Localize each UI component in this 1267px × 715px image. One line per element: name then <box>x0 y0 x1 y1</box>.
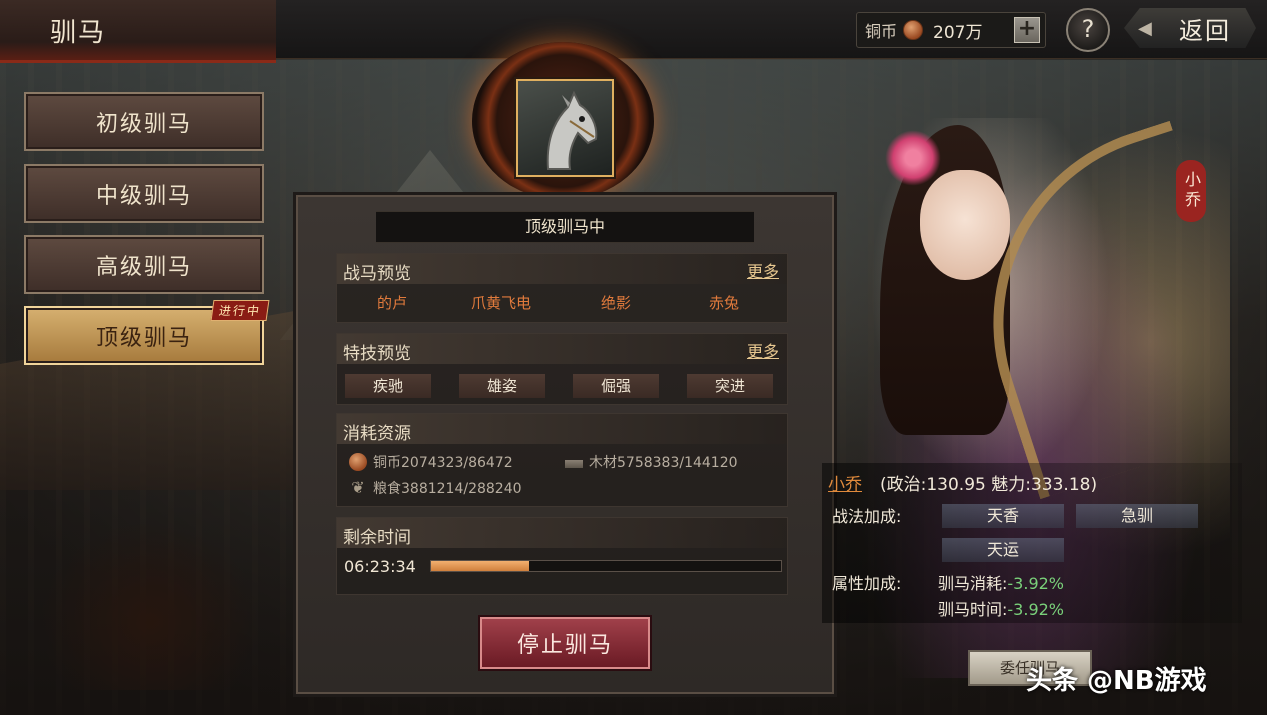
tab-beginner-training[interactable]: 初级驯马 <box>24 92 264 151</box>
character-name-link[interactable]: 小乔 <box>828 470 862 495</box>
section-title: 战马预览 <box>343 264 411 284</box>
currency-display: 铜币 207万 + <box>856 12 1046 48</box>
attribute-name: 驯马消耗: <box>938 574 1008 593</box>
wood-cost-text: 木材5758383/144120 <box>589 455 738 471</box>
grain-cost: ❦ 粮食3881214/288240 <box>349 478 522 498</box>
back-label: 返回 <box>1179 16 1231 45</box>
help-button[interactable]: ? <box>1066 8 1110 52</box>
attribute-value: -3.92% <box>1007 574 1065 593</box>
character-stats: (政治:130.95 魅力:333.18) <box>880 475 1098 495</box>
copper-coin-icon <box>903 20 924 40</box>
currency-amount: 207万 <box>933 22 983 43</box>
character-name-tag: 小乔 <box>1176 160 1206 222</box>
copper-cost: 铜币2074323/86472 <box>349 452 513 472</box>
horse-head-icon <box>546 90 598 170</box>
training-progress-fill <box>431 561 529 571</box>
horse-name[interactable]: 赤兔 <box>709 292 739 313</box>
attribute-bonus-row: 驯马消耗:-3.92% <box>938 570 1064 594</box>
watermark: 头条 @NB游戏 <box>1026 666 1207 696</box>
time-section: 剩余时间 <box>336 517 788 595</box>
page-title: 驯马 <box>50 18 107 48</box>
section-title: 特技预览 <box>343 344 411 364</box>
tab-label: 初级驯马 <box>95 111 192 137</box>
back-arrow-icon: ◀ <box>1138 18 1154 39</box>
skill-preview-section: 特技预览 更多 疾驰 雄姿 倔强 突进 <box>336 333 788 405</box>
add-currency-button[interactable]: + <box>1014 17 1040 43</box>
tab-advanced-training[interactable]: 高级驯马 <box>24 235 264 294</box>
section-title: 消耗资源 <box>343 424 411 444</box>
attribute-name: 驯马时间: <box>938 600 1008 619</box>
copper-cost-text: 铜币2074323/86472 <box>373 455 513 471</box>
wood-cost: 木材5758383/144120 <box>565 452 738 472</box>
horse-name[interactable]: 的卢 <box>377 292 407 313</box>
tactic-chip[interactable]: 急驯 <box>1076 504 1198 528</box>
skill-chip[interactable]: 倔强 <box>573 374 659 398</box>
tactic-chip[interactable]: 天运 <box>942 538 1064 562</box>
grain-cost-text: 粮食3881214/288240 <box>373 481 522 497</box>
title-plate: 驯马 <box>0 0 276 63</box>
attribute-bonus-row: 驯马时间:-3.92% <box>938 596 1064 620</box>
skill-chip[interactable]: 突进 <box>687 374 773 398</box>
back-button[interactable]: ◀ 返回 <box>1124 8 1256 48</box>
tab-label: 中级驯马 <box>95 183 192 209</box>
tab-label: 顶级驯马 <box>95 325 192 351</box>
remaining-time: 06:23:34 <box>344 557 416 576</box>
hair-flower-icon <box>885 130 941 186</box>
tactic-bonus-label: 战法加成: <box>832 507 902 526</box>
horse-preview-more-link[interactable]: 更多 <box>747 258 779 282</box>
tab-label: 高级驯马 <box>95 254 192 280</box>
skill-chip[interactable]: 疾驰 <box>345 374 431 398</box>
resources-section: 消耗资源 铜币2074323/86472 木材5758383/144120 ❦ … <box>336 413 788 507</box>
stop-training-button[interactable]: 停止驯马 <box>480 617 650 669</box>
grain-icon: ❦ <box>351 478 365 497</box>
currency-label: 铜币 <box>865 22 898 41</box>
tab-intermediate-training[interactable]: 中级驯马 <box>24 164 264 223</box>
attribute-value: -3.92% <box>1007 600 1065 619</box>
horse-name[interactable]: 绝影 <box>601 292 631 313</box>
training-panel: 顶级驯马中 战马预览 更多 的卢 爪黄飞电 绝影 赤兔 特技预览 更多 疾驰 雄… <box>296 195 834 694</box>
tactic-chip[interactable]: 天香 <box>942 504 1064 528</box>
copper-coin-icon <box>349 453 367 471</box>
horse-preview-section: 战马预览 更多 的卢 爪黄飞电 绝影 赤兔 <box>336 253 788 323</box>
section-title: 剩余时间 <box>343 528 411 548</box>
attribute-bonus-label: 属性加成: <box>832 574 902 593</box>
tab-top-training[interactable]: 顶级驯马 进行中 <box>24 300 270 365</box>
training-progress-bar <box>430 560 782 572</box>
training-status: 顶级驯马中 <box>376 211 754 243</box>
in-progress-badge: 进行中 <box>210 300 270 321</box>
horse-name[interactable]: 爪黄飞电 <box>471 292 531 313</box>
horse-portrait[interactable] <box>514 77 616 179</box>
skill-preview-more-link[interactable]: 更多 <box>747 338 779 362</box>
character-face <box>920 170 1010 280</box>
skill-chip[interactable]: 雄姿 <box>459 374 545 398</box>
wood-icon <box>565 460 583 468</box>
horses-silhouette <box>40 520 260 690</box>
